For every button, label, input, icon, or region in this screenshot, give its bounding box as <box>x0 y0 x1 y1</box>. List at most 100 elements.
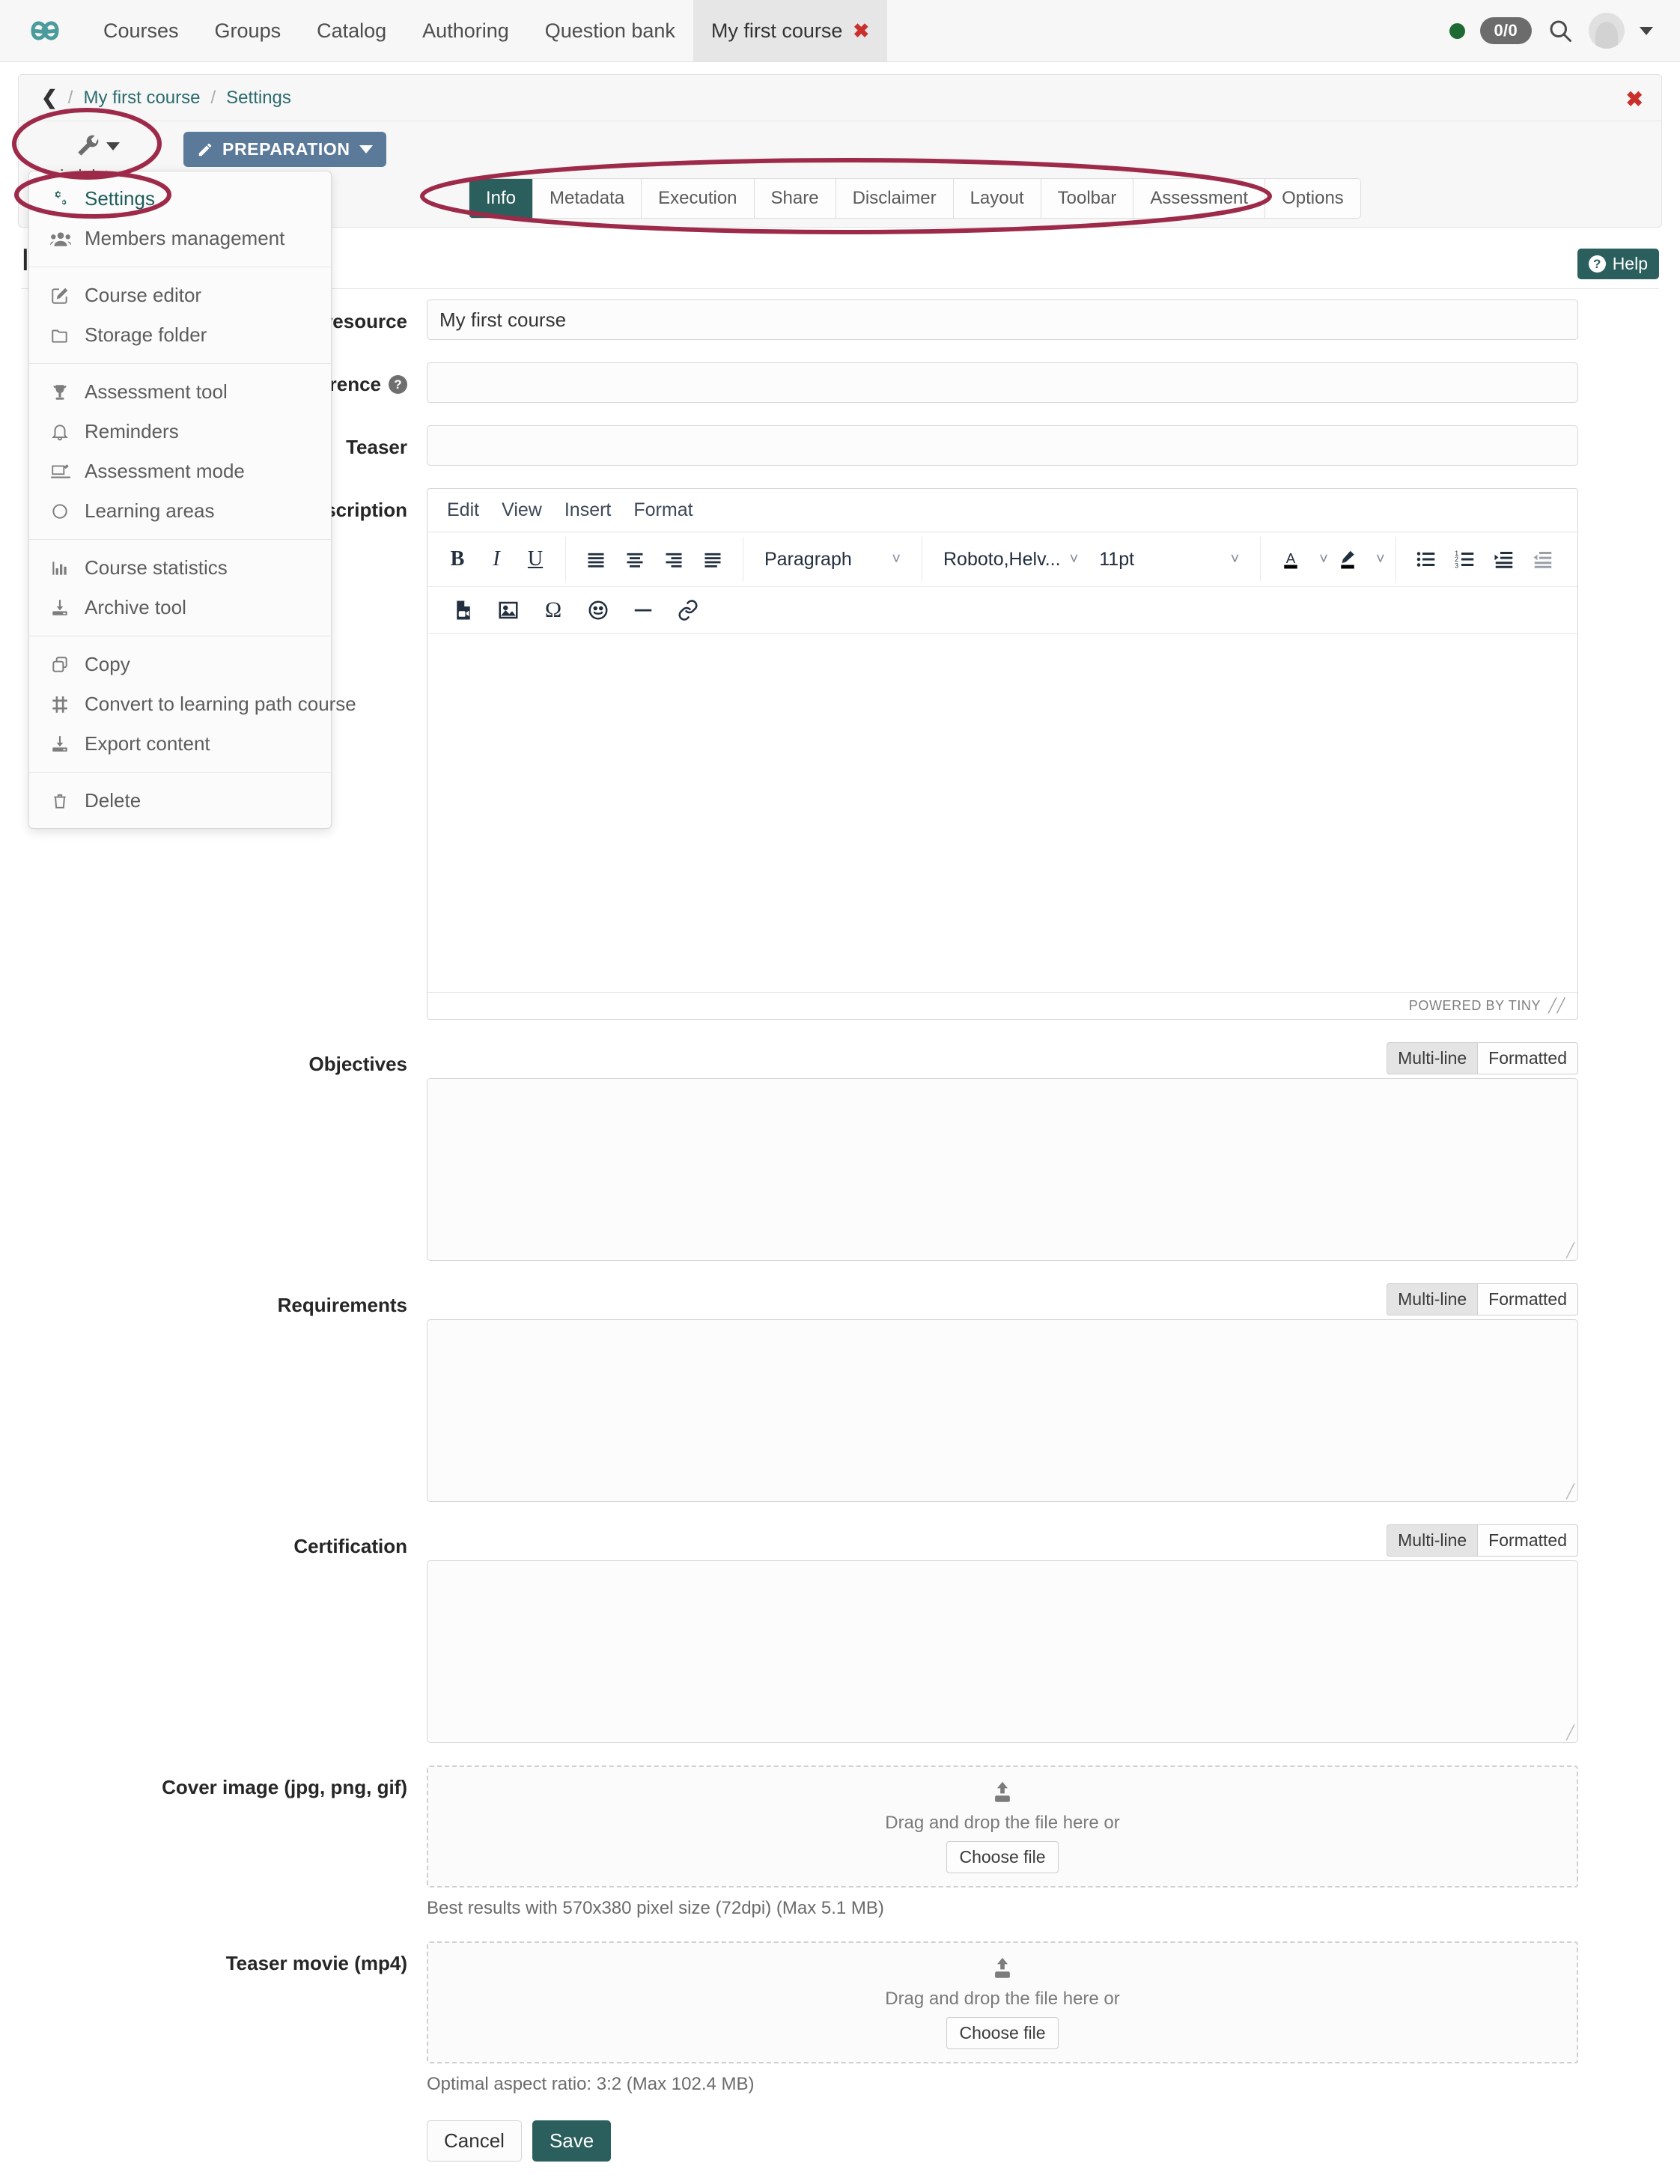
nav-item-authoring[interactable]: Authoring <box>404 0 527 61</box>
nav-item-my-first-course[interactable]: My first course ✖ <box>693 0 887 61</box>
underline-icon[interactable]: U <box>516 541 555 578</box>
block-format-value: Paragraph <box>764 549 852 571</box>
cancel-button[interactable]: Cancel <box>427 2120 522 2162</box>
navbar-right: 0/0 <box>1449 0 1680 61</box>
resize-grip-icon[interactable]: ╱ <box>1566 1243 1574 1259</box>
description-editor-body[interactable] <box>427 634 1577 992</box>
decrease-indent-icon[interactable] <box>1524 541 1562 578</box>
requirements-multiline-button[interactable]: Multi-line <box>1387 1283 1477 1315</box>
notification-counter[interactable]: 0/0 <box>1480 17 1532 44</box>
external-reference-input[interactable] <box>427 362 1578 403</box>
menu-divider <box>29 539 331 540</box>
editor-menu-format[interactable]: Format <box>633 499 693 521</box>
align-left-icon[interactable] <box>576 541 615 578</box>
cover-image-hint: Best results with 570x380 pixel size (72… <box>427 1898 1578 1919</box>
link-icon[interactable] <box>669 591 707 629</box>
align-justify-icon[interactable] <box>693 541 732 578</box>
chevron-down-icon[interactable] <box>1640 27 1653 35</box>
menu-item-assessment-tool[interactable]: Assessment tool <box>29 372 331 412</box>
breadcrumb-item-course[interactable]: My first course <box>83 88 200 109</box>
certification-multiline-button[interactable]: Multi-line <box>1387 1524 1477 1557</box>
breadcrumb-back-icon[interactable]: ❮ <box>41 86 58 109</box>
font-size-select[interactable]: 11pt ˅ <box>1089 541 1250 578</box>
objectives-multiline-button[interactable]: Multi-line <box>1387 1042 1477 1074</box>
menu-item-course-statistics[interactable]: Course statistics <box>29 548 331 588</box>
menu-item-copy[interactable]: Copy <box>29 645 331 684</box>
tab-assessment[interactable]: Assessment <box>1133 179 1265 218</box>
tab-layout[interactable]: Layout <box>954 179 1041 218</box>
bold-icon[interactable]: B <box>438 541 477 578</box>
special-character-icon[interactable]: Ω <box>534 591 573 629</box>
certification-textarea[interactable]: ╱ <box>427 1560 1578 1743</box>
align-right-icon[interactable] <box>654 541 693 578</box>
menu-item-storage-folder[interactable]: Storage folder <box>29 315 331 355</box>
resize-grip-icon[interactable]: ╱╱ <box>1548 998 1565 1014</box>
menu-item-archive-tool[interactable]: Archive tool <box>29 588 331 627</box>
numbered-list-icon[interactable]: 123 <box>1446 541 1485 578</box>
tab-disclaimer[interactable]: Disclaimer <box>836 179 954 218</box>
export-download-icon <box>50 734 73 754</box>
objectives-textarea[interactable]: ╱ <box>427 1078 1578 1261</box>
tab-info[interactable]: Info <box>469 179 533 218</box>
menu-item-course-editor[interactable]: Course editor <box>29 276 331 315</box>
nav-item-courses[interactable]: Courses <box>85 0 197 61</box>
chevron-down-icon[interactable]: ˅ <box>1376 551 1385 568</box>
title-of-resource-input[interactable]: My first course <box>427 299 1578 340</box>
requirements-textarea[interactable]: ╱ <box>427 1319 1578 1502</box>
teaser-movie-choose-file-button[interactable]: Choose file <box>946 2017 1058 2049</box>
increase-indent-icon[interactable] <box>1485 541 1524 578</box>
bullet-list-icon[interactable] <box>1407 541 1446 578</box>
tab-share[interactable]: Share <box>755 179 836 218</box>
menu-item-export-content[interactable]: Export content <box>29 724 331 764</box>
cover-image-choose-file-button[interactable]: Choose file <box>946 1841 1058 1873</box>
image-icon[interactable] <box>489 591 528 629</box>
font-family-select[interactable]: Roboto,Helv... ˅ <box>933 541 1089 578</box>
menu-item-assessment-mode[interactable]: Assessment mode <box>29 451 331 491</box>
close-tab-icon[interactable]: ✖ <box>853 19 869 43</box>
menu-item-settings[interactable]: Settings <box>29 179 331 219</box>
infinity-logo-icon[interactable] <box>0 0 85 61</box>
resize-grip-icon[interactable]: ╱ <box>1566 1484 1574 1500</box>
teaser-input[interactable] <box>427 425 1578 466</box>
objectives-formatted-button[interactable]: Formatted <box>1477 1042 1578 1074</box>
editor-menu-view[interactable]: View <box>502 499 542 521</box>
user-avatar-icon[interactable] <box>1589 13 1625 49</box>
emoticon-icon[interactable] <box>579 591 618 629</box>
search-icon[interactable] <box>1547 17 1574 44</box>
editor-menu-edit[interactable]: Edit <box>447 499 479 521</box>
breadcrumb-item-settings[interactable]: Settings <box>226 88 291 109</box>
nav-item-groups[interactable]: Groups <box>197 0 299 61</box>
question-circle-icon[interactable]: ? <box>389 375 407 394</box>
cover-image-dropzone[interactable]: Drag and drop the file here or Choose fi… <box>427 1765 1578 1888</box>
tab-metadata[interactable]: Metadata <box>533 179 642 218</box>
menu-item-delete[interactable]: Delete <box>29 781 331 821</box>
chevron-down-icon[interactable]: ˅ <box>1319 551 1328 568</box>
requirements-formatted-button[interactable]: Formatted <box>1477 1283 1578 1315</box>
status-badge[interactable]: PREPARATION <box>183 132 386 167</box>
tab-toolbar[interactable]: Toolbar <box>1041 179 1134 218</box>
menu-item-members-management[interactable]: Members management <box>29 219 331 258</box>
nav-item-question-bank[interactable]: Question bank <box>527 0 693 61</box>
certification-formatted-button[interactable]: Formatted <box>1477 1524 1578 1557</box>
font-size-value: 11pt <box>1099 549 1134 571</box>
menu-item-convert-to-learning-path[interactable]: Convert to learning path course <box>29 684 331 724</box>
editor-menu-insert[interactable]: Insert <box>564 499 612 521</box>
menu-item-learning-areas[interactable]: Learning areas <box>29 491 331 531</box>
text-color-icon[interactable]: A <box>1271 541 1310 578</box>
tab-execution[interactable]: Execution <box>642 179 754 218</box>
circle-icon <box>50 502 73 521</box>
resize-grip-icon[interactable]: ╱ <box>1566 1725 1574 1741</box>
save-button[interactable]: Save <box>532 2120 611 2162</box>
highlight-color-icon[interactable] <box>1328 541 1367 578</box>
teaser-movie-dropzone[interactable]: Drag and drop the file here or Choose fi… <box>427 1941 1578 2063</box>
nav-item-catalog[interactable]: Catalog <box>299 0 404 61</box>
block-format-select[interactable]: Paragraph ˅ <box>754 541 911 578</box>
help-button[interactable]: ? Help <box>1577 249 1659 279</box>
tab-options[interactable]: Options <box>1265 179 1360 218</box>
media-icon[interactable] <box>444 591 483 629</box>
menu-item-reminders[interactable]: Reminders <box>29 412 331 451</box>
align-center-icon[interactable] <box>615 541 654 578</box>
close-icon[interactable]: ✖ <box>1626 87 1643 112</box>
horizontal-rule-icon[interactable] <box>624 591 663 629</box>
italic-icon[interactable]: I <box>477 541 516 578</box>
